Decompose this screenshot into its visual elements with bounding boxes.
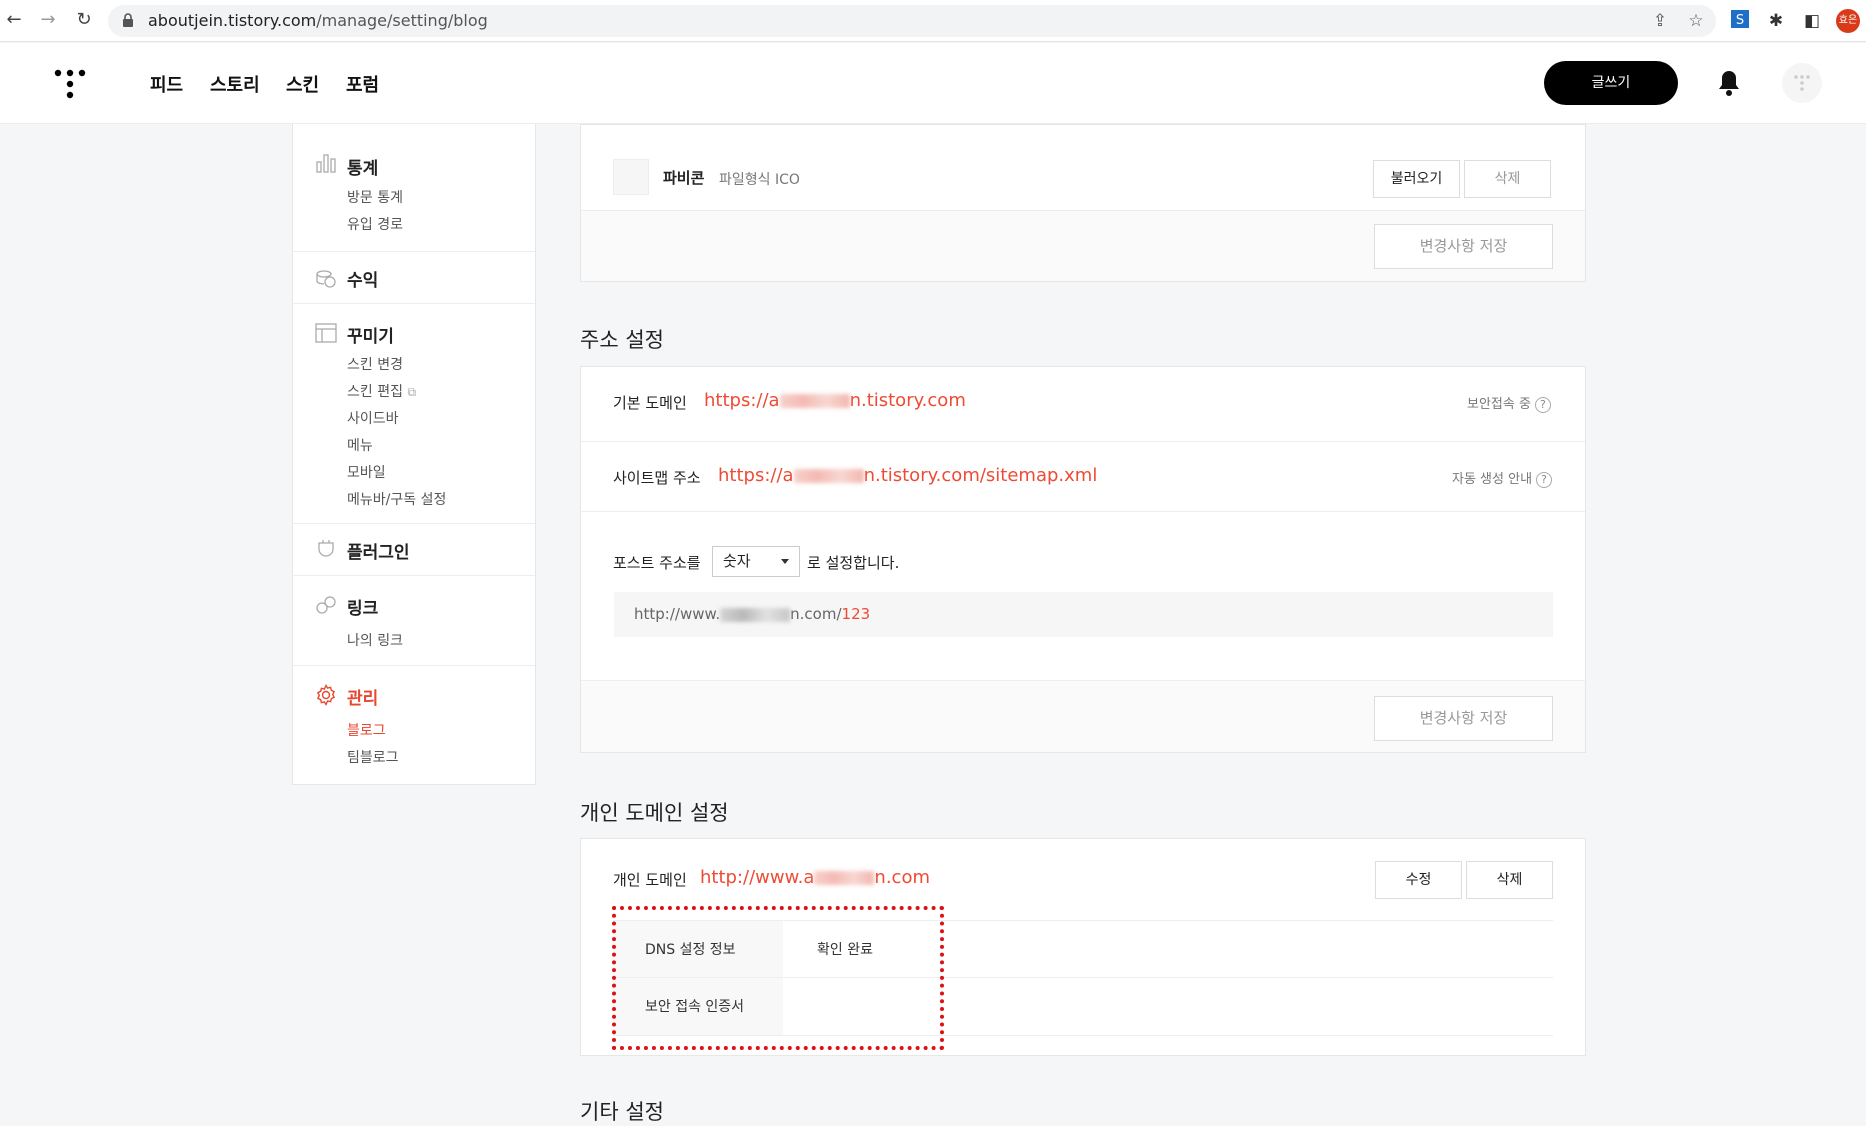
address-save-button[interactable]: 변경사항 저장 (1374, 696, 1553, 741)
lock-icon (123, 13, 133, 27)
extension-s-icon[interactable]: S (1728, 9, 1752, 33)
sitemap-auto-note: 자동 생성 안내? (1452, 468, 1553, 488)
sidebar-item-menubar[interactable]: 메뉴바/구독 설정 (347, 489, 446, 509)
sidebar-plugin-title[interactable]: 플러그인 (347, 538, 410, 563)
write-button[interactable]: 글쓰기 (1544, 61, 1678, 105)
highlight-annotation (612, 906, 944, 1050)
custom-domain-delete-button[interactable]: 삭제 (1466, 861, 1553, 899)
share-icon[interactable]: ⇪ (1648, 9, 1672, 33)
tistory-logo[interactable] (52, 65, 88, 101)
sidebar-item-my-link[interactable]: 나의 링크 (347, 630, 403, 650)
post-address-select[interactable]: 숫자 (712, 546, 800, 577)
sitemap-label: 사이트맵 주소 (613, 469, 701, 487)
svg-text:S: S (1736, 13, 1744, 28)
nav-story[interactable]: 스토리 (210, 71, 260, 97)
custom-domain-section-title: 개인 도메인 설정 (580, 801, 729, 825)
site-header: 피드 스토리 스킨 포럼 글쓰기 (0, 43, 1866, 124)
nav-feed[interactable]: 피드 (150, 71, 183, 97)
sidebar-item-skin-edit[interactable]: 스킨 편집 ⧉ (347, 381, 416, 401)
favicon-card: 파비콘 파일형식 ICO 불러오기 삭제 변경사항 저장 (580, 124, 1586, 282)
sitemap-value[interactable]: https://a n.tistory.com/sitemap.xml (718, 465, 1097, 486)
puzzle-icon[interactable]: ✱ (1764, 9, 1788, 33)
link-icon (316, 596, 336, 614)
favicon-load-button[interactable]: 불러오기 (1373, 160, 1460, 198)
custom-domain-label: 개인 도메인 (613, 871, 687, 889)
help-icon[interactable]: ? (1534, 396, 1551, 413)
browser-toolbar: ← → ↻ aboutjein.tistory.com/manage/setti… (0, 0, 1866, 42)
nav-skin[interactable]: 스킨 (286, 71, 319, 97)
sidebar-section-plugin: 플러그인 (293, 524, 535, 576)
custom-domain-value[interactable]: http://www.a n.com (700, 867, 930, 888)
chevron-down-icon (781, 559, 789, 564)
coins-icon (316, 270, 336, 288)
user-avatar[interactable] (1782, 63, 1822, 103)
address-section-title: 주소 설정 (580, 328, 664, 352)
admin-sidebar: 통계 방문 통계 유입 경로 수익 꾸미기 스킨 변경 스킨 편집 ⧉ 사이드바… (292, 124, 536, 785)
sidebar-design-title[interactable]: 꾸미기 (347, 322, 394, 347)
gear-icon (316, 684, 336, 706)
plugin-icon (318, 540, 334, 557)
post-address-label: 포스트 주소를 (613, 554, 701, 572)
sidebar-section-revenue: 수익 (293, 252, 535, 304)
bell-icon[interactable] (1716, 69, 1742, 97)
favicon-delete-button[interactable]: 삭제 (1464, 160, 1551, 198)
sidebar-revenue-title[interactable]: 수익 (347, 266, 378, 291)
sidebar-section-manage: 관리 블로그 팀블로그 (293, 666, 535, 784)
sidebar-item-sidebar[interactable]: 사이드바 (347, 408, 399, 428)
post-address-example: http://www. n.com/123 (614, 592, 1553, 637)
sidebar-item-visit-stats[interactable]: 방문 통계 (347, 187, 403, 207)
sidebar-item-referrer[interactable]: 유입 경로 (347, 214, 403, 234)
sidebar-link-title[interactable]: 링크 (347, 594, 378, 619)
base-domain-label: 기본 도메인 (613, 394, 687, 412)
sidebar-item-team-blog[interactable]: 팀블로그 (347, 747, 399, 767)
sidebar-manage-title[interactable]: 관리 (347, 684, 378, 709)
address-bar[interactable]: aboutjein.tistory.com/manage/setting/blo… (108, 5, 1716, 37)
sidebar-stats-title[interactable]: 통계 (347, 154, 378, 179)
back-icon[interactable]: ← (2, 8, 26, 32)
post-address-suffix: 로 설정합니다. (807, 554, 900, 572)
base-domain-value[interactable]: https://a n.tistory.com (704, 390, 966, 411)
star-icon[interactable]: ☆ (1684, 9, 1708, 33)
sidebar-section-design: 꾸미기 스킨 변경 스킨 편집 ⧉ 사이드바 메뉴 모바일 메뉴바/구독 설정 (293, 304, 535, 524)
custom-domain-edit-button[interactable]: 수정 (1375, 861, 1462, 899)
favicon-preview (613, 159, 649, 195)
profile-avatar[interactable]: 효은 (1836, 9, 1860, 33)
side-panel-icon[interactable]: ◧ (1800, 9, 1824, 33)
url-text: aboutjein.tistory.com/manage/setting/blo… (148, 11, 488, 30)
other-settings-title: 기타 설정 (580, 1100, 664, 1124)
sidebar-item-blog[interactable]: 블로그 (347, 720, 386, 740)
nav-forum[interactable]: 포럼 (346, 71, 379, 97)
favicon-hint: 파일형식 ICO (719, 172, 800, 188)
forward-icon[interactable]: → (36, 8, 60, 32)
sidebar-item-menu[interactable]: 메뉴 (347, 435, 373, 455)
sidebar-item-mobile[interactable]: 모바일 (347, 462, 386, 482)
external-link-icon: ⧉ (407, 385, 417, 399)
sidebar-section-stats: 통계 방문 통계 유입 경로 (293, 136, 535, 252)
secure-access-note: 보안접속 중? (1467, 393, 1551, 413)
bar-chart-icon (316, 154, 336, 173)
sidebar-item-skin-change[interactable]: 스킨 변경 (347, 354, 403, 374)
reload-icon[interactable]: ↻ (72, 8, 96, 32)
favicon-save-button[interactable]: 변경사항 저장 (1374, 224, 1553, 269)
favicon-label: 파비콘 (663, 169, 705, 187)
layout-icon (315, 323, 337, 343)
help-icon[interactable]: ? (1536, 471, 1553, 488)
sidebar-section-link: 링크 나의 링크 (293, 576, 535, 666)
